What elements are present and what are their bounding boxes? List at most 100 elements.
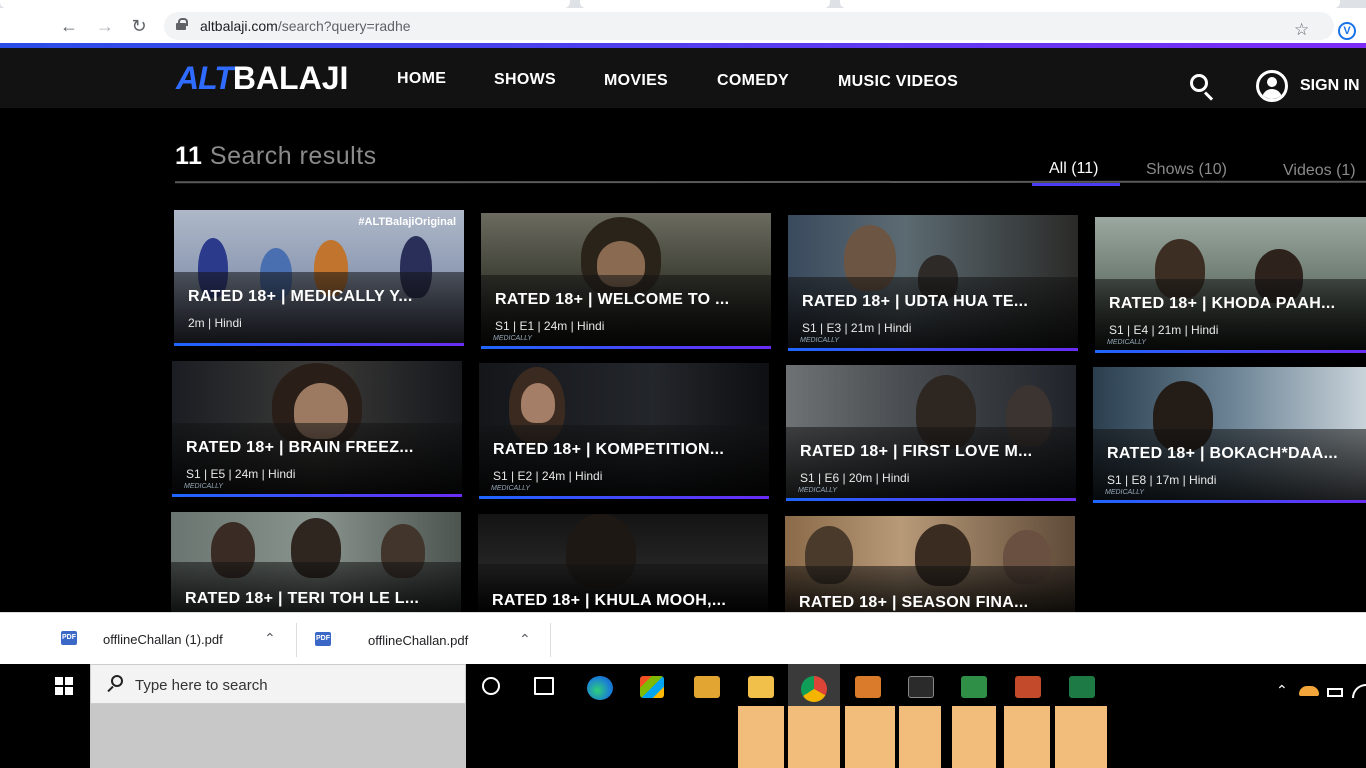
card-title: RATED 18+ | MEDICALLY Y... (188, 288, 413, 305)
window-preview-strip (1004, 706, 1050, 768)
show-watermark: MEDICALLY (798, 487, 838, 494)
result-card[interactable]: RATED 18+ | UDTA HUA TE... S1 | E3 | 21m… (788, 215, 1078, 351)
terminal-icon[interactable] (908, 676, 934, 698)
address-bar[interactable]: altbalaji.com/search?query=radhe (164, 12, 1334, 40)
result-card[interactable]: #ALTBalajiOriginal RATED 18+ | MEDICALLY… (174, 210, 464, 346)
result-card[interactable]: RATED 18+ | BRAIN FREEZ... S1 | E5 | 24m… (172, 361, 462, 497)
card-title: RATED 18+ | KHODA PAAH... (1109, 295, 1336, 312)
card-title: RATED 18+ | FIRST LOVE M... (800, 443, 1033, 460)
nav-comedy[interactable]: COMEDY (717, 72, 789, 90)
sign-in-link[interactable]: SIGN IN (1300, 77, 1360, 95)
card-shade (174, 272, 464, 343)
window-preview-strip (899, 706, 941, 768)
result-card[interactable]: RATED 18+ | KOMPETITION... S1 | E2 | 24m… (479, 363, 769, 499)
chrome-icon[interactable] (801, 676, 827, 702)
cortana-icon[interactable] (482, 677, 500, 695)
browser-tab[interactable] (0, 0, 570, 8)
download-separator (550, 623, 551, 657)
card-meta: S1 | E4 | 21m | Hindi (1109, 323, 1219, 337)
show-watermark: MEDICALLY (493, 335, 533, 342)
nav-shows[interactable]: SHOWS (494, 71, 556, 89)
card-meta: S1 | E3 | 21m | Hindi (802, 321, 912, 335)
result-card[interactable]: RATED 18+ | FIRST LOVE M... S1 | E6 | 20… (786, 365, 1076, 501)
pdf-file-icon: PDF (61, 631, 77, 645)
card-title: RATED 18+ | SEASON FINA... (799, 594, 1029, 611)
result-card[interactable]: RATED 18+ | SEASON FINA... (785, 516, 1075, 612)
result-card[interactable]: RATED 18+ | KHULA MOOH,... (478, 514, 768, 612)
download-item-name[interactable]: offlineChallan (1).pdf (103, 632, 223, 647)
results-divider (174, 180, 1366, 184)
edge-icon[interactable] (587, 676, 613, 700)
show-watermark: MEDICALLY (184, 483, 224, 490)
reload-icon[interactable]: ↻ (127, 14, 151, 38)
search-icon[interactable] (1188, 72, 1216, 101)
show-watermark: MEDICALLY (1107, 339, 1147, 346)
chevron-up-icon[interactable]: ⌃ (519, 631, 531, 648)
card-title: RATED 18+ | WELCOME TO ... (495, 291, 730, 308)
card-meta: 2m | Hindi (188, 316, 242, 330)
url-path: /search?query=radhe (277, 18, 411, 34)
chart-app-icon[interactable] (961, 676, 987, 698)
nav-home[interactable]: HOME (397, 70, 446, 88)
downloads-shelf: PDF offlineChallan (1).pdf ⌃ PDF offline… (0, 612, 1366, 664)
taskbar-search-box[interactable]: Type here to search (90, 664, 466, 704)
download-separator (296, 623, 297, 657)
logo-alt: ALT (176, 60, 234, 96)
show-watermark: MEDICALLY (491, 485, 531, 492)
result-card[interactable]: RATED 18+ | KHODA PAAH... S1 | E4 | 21m … (1095, 217, 1366, 353)
task-view-icon[interactable] (534, 677, 554, 695)
results-label: Search results (209, 142, 377, 170)
office-icon[interactable] (1015, 676, 1041, 698)
altbalaji-logo[interactable]: ALTBALAJI (176, 60, 349, 96)
browser-tab[interactable] (840, 0, 1340, 8)
active-filter-underline (1032, 183, 1120, 186)
window-preview-strip (845, 706, 895, 768)
result-card[interactable]: RATED 18+ | TERI TOH LE L... (171, 512, 461, 612)
back-arrow-icon[interactable]: ← (57, 14, 81, 38)
store-icon[interactable] (640, 676, 664, 698)
excel-icon[interactable] (1069, 676, 1095, 698)
extension-v-icon[interactable]: V (1338, 22, 1356, 40)
tray-chevron-up-icon[interactable]: ⌃ (1276, 682, 1288, 699)
result-card[interactable]: RATED 18+ | WELCOME TO ... S1 | E1 | 24m… (481, 213, 771, 349)
card-title: RATED 18+ | TERI TOH LE L... (185, 590, 420, 607)
card-title: RATED 18+ | UDTA HUA TE... (802, 293, 1029, 310)
card-meta: S1 | E6 | 20m | Hindi (800, 471, 910, 485)
browser-tab-strip (0, 0, 1366, 8)
browser-toolbar: ← → ↻ altbalaji.com/search?query=radhe ☆… (0, 8, 1366, 44)
url-host: altbalaji.com (200, 18, 278, 34)
mail-icon[interactable] (694, 676, 720, 698)
user-avatar-icon[interactable] (1256, 70, 1288, 102)
card-title: RATED 18+ | KOMPETITION... (493, 441, 725, 458)
windows-start-icon[interactable] (55, 677, 73, 695)
original-tag: #ALTBalajiOriginal (358, 216, 456, 228)
wifi-icon[interactable] (1352, 684, 1366, 698)
onedrive-icon[interactable] (1299, 686, 1319, 696)
logo-balaji: BALAJI (232, 60, 349, 96)
card-meta: S1 | E2 | 24m | Hindi (493, 469, 603, 483)
battery-icon[interactable] (1327, 688, 1343, 697)
result-card[interactable]: RATED 18+ | BOKACH*DAA... S1 | E8 | 17m … (1093, 367, 1366, 503)
filter-tab-shows[interactable]: Shows (10) (1146, 161, 1227, 179)
url-text: altbalaji.com/search?query=radhe (200, 18, 411, 34)
filter-tab-videos[interactable]: Videos (1) (1283, 162, 1356, 180)
card-meta: S1 | E5 | 24m | Hindi (186, 467, 296, 481)
outlook-icon[interactable] (855, 676, 881, 698)
nav-music-videos[interactable]: MUSIC VIDEOS (838, 73, 958, 91)
window-preview-strip (1055, 706, 1107, 768)
download-item-name[interactable]: offlineChallan.pdf (368, 633, 468, 648)
chevron-up-icon[interactable]: ⌃ (264, 630, 276, 647)
search-icon (107, 675, 125, 693)
filter-tab-all[interactable]: All (11) (1049, 160, 1099, 178)
card-title: RATED 18+ | BRAIN FREEZ... (186, 439, 414, 456)
bookmark-star-icon[interactable]: ☆ (1294, 20, 1309, 40)
results-count: 11 (175, 142, 203, 170)
browser-tab[interactable] (580, 0, 830, 8)
file-explorer-icon[interactable] (748, 676, 774, 698)
forward-arrow-icon[interactable]: → (93, 14, 117, 38)
window-preview-strip (738, 706, 784, 768)
card-title: RATED 18+ | KHULA MOOH,... (492, 592, 727, 609)
pdf-file-icon: PDF (315, 632, 331, 646)
nav-movies[interactable]: MOVIES (604, 72, 668, 90)
window-preview-strip (952, 706, 996, 768)
